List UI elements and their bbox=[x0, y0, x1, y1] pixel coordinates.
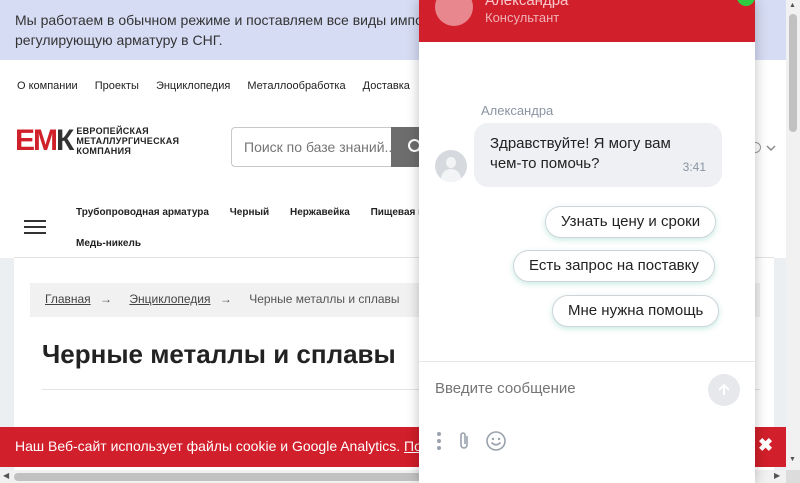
cat-stainless[interactable]: Нержавейка bbox=[290, 207, 350, 218]
search-box bbox=[231, 127, 441, 167]
category-nav: Трубопроводная арматура Черный Нержавейк… bbox=[76, 207, 448, 249]
vertical-scrollbar[interactable]: ▲ ▼ bbox=[786, 0, 800, 470]
chat-message-input[interactable] bbox=[435, 380, 695, 397]
nav-about[interactable]: О компании bbox=[17, 80, 78, 92]
agent-name: Александра bbox=[485, 0, 569, 9]
quick-reply-supply-request[interactable]: Есть запрос на поставку bbox=[513, 250, 715, 282]
logo-line-1: ЕВРОПЕЙСКАЯ bbox=[76, 126, 149, 136]
agent-role: Консультант bbox=[485, 10, 560, 25]
breadcrumb-sep: → bbox=[100, 292, 113, 306]
scroll-up-icon[interactable]: ▲ bbox=[789, 2, 796, 9]
top-nav: О компании Проекты Энциклопедия Металлоо… bbox=[17, 80, 448, 92]
attach-icon[interactable] bbox=[457, 431, 471, 451]
user-avatar-icon bbox=[435, 150, 467, 182]
send-button[interactable] bbox=[708, 374, 740, 406]
quick-reply-price[interactable]: Узнать цену и сроки bbox=[545, 206, 717, 238]
search-input[interactable] bbox=[232, 128, 392, 166]
scrollbar-corner bbox=[786, 470, 800, 483]
nav-metalworking[interactable]: Металлообработка bbox=[247, 80, 345, 92]
message-line-2: чем-то помочь? bbox=[490, 155, 600, 172]
scroll-down-icon[interactable]: ▼ bbox=[789, 456, 796, 463]
nav-delivery[interactable]: Доставка bbox=[363, 80, 410, 92]
online-indicator bbox=[737, 0, 755, 6]
chat-input-divider bbox=[419, 361, 755, 362]
breadcrumb-encyclopedia[interactable]: Энциклопедия bbox=[129, 292, 210, 306]
message-line-1: Здравствуйте! Я могу вам bbox=[490, 135, 671, 152]
menu-icon[interactable] bbox=[24, 220, 46, 236]
cat-black-metal[interactable]: Черный bbox=[230, 207, 269, 218]
scroll-right-icon[interactable]: ▶ bbox=[774, 471, 780, 480]
cookie-text: Наш Веб-сайт использует файлы cookie и G… bbox=[15, 438, 401, 454]
message-time: 3:41 bbox=[682, 160, 706, 174]
logo-letter-e: Е bbox=[15, 124, 35, 157]
logo-line-2: МЕТАЛЛУРГИЧЕСКАЯ bbox=[76, 136, 180, 146]
message-bubble: Здравствуйте! Я могу вам чем-то помочь? … bbox=[474, 123, 722, 187]
logo-mark: ЕМК bbox=[15, 124, 74, 157]
breadcrumb-sep: → bbox=[219, 292, 232, 306]
chat-toolbar bbox=[435, 428, 507, 454]
chevron-down-icon[interactable] bbox=[766, 144, 776, 152]
quick-reply-need-help[interactable]: Мне нужна помощь bbox=[552, 295, 720, 327]
logo-line-3: КОМПАНИЯ bbox=[76, 146, 132, 156]
breadcrumb-current: Черные металлы и сплавы bbox=[249, 292, 400, 306]
chat-widget: Александра Консультант Александра Здравс… bbox=[419, 0, 755, 483]
logo-letter-k: К bbox=[56, 124, 74, 157]
page-title: Черные металлы и сплавы bbox=[42, 339, 396, 369]
nav-projects[interactable]: Проекты bbox=[95, 80, 139, 92]
chat-header: Александра Консультант bbox=[419, 0, 755, 42]
scrollbar-thumb[interactable] bbox=[789, 14, 797, 132]
arrow-up-icon bbox=[718, 383, 730, 395]
company-logo[interactable]: ЕМК ЕВРОПЕЙСКАЯ МЕТАЛЛУРГИЧЕСКАЯ КОМПАНИ… bbox=[15, 124, 179, 157]
emoji-icon[interactable] bbox=[485, 430, 507, 452]
logo-text: ЕВРОПЕЙСКАЯ МЕТАЛЛУРГИЧЕСКАЯ КОМПАНИЯ bbox=[76, 126, 179, 156]
cat-copper-nickel[interactable]: Медь-никель bbox=[76, 238, 141, 249]
message-author: Александра bbox=[481, 103, 554, 118]
nav-encyclopedia[interactable]: Энциклопедия bbox=[156, 80, 230, 92]
cat-pipeline-valves[interactable]: Трубопроводная арматура bbox=[76, 207, 209, 218]
close-icon[interactable]: ✖ bbox=[758, 435, 773, 456]
more-dots-icon[interactable] bbox=[435, 431, 443, 451]
logo-letter-m: М bbox=[33, 124, 58, 157]
scroll-left-icon[interactable]: ◀ bbox=[3, 471, 9, 480]
agent-avatar bbox=[435, 0, 473, 26]
breadcrumb-home[interactable]: Главная bbox=[45, 292, 91, 306]
